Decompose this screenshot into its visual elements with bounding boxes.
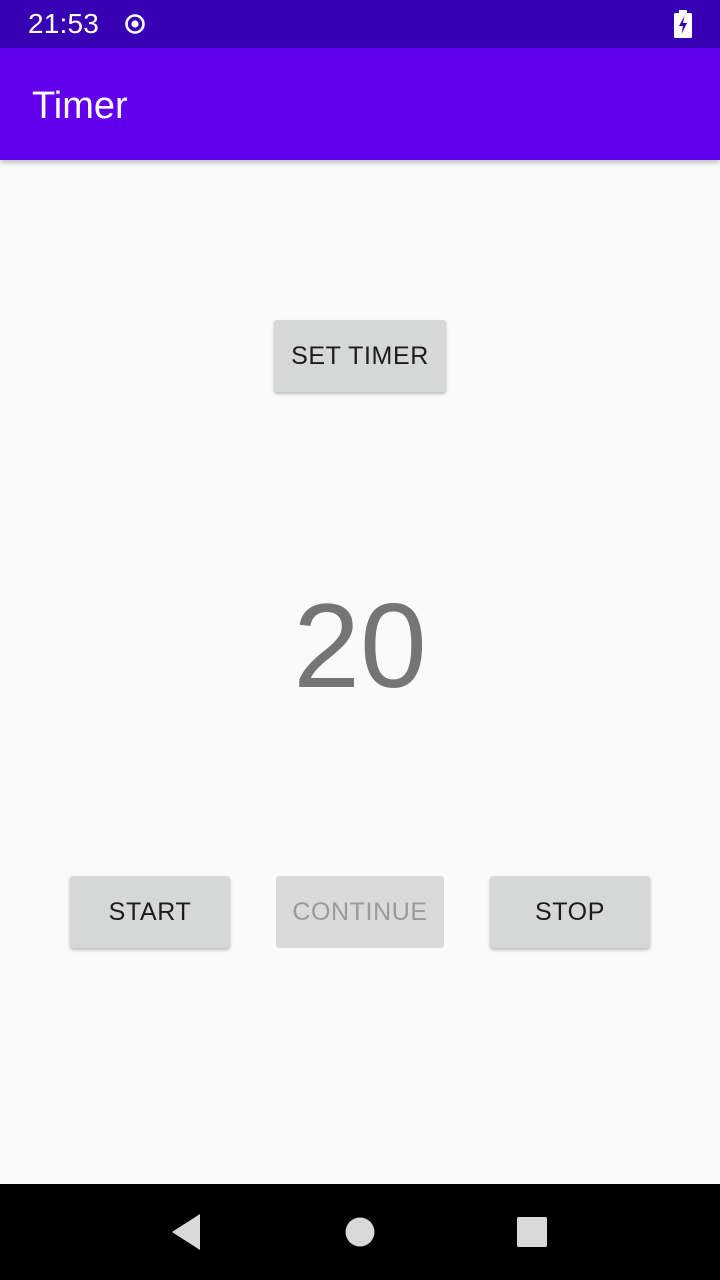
continue-button[interactable]: CONTINUE [276, 876, 444, 948]
status-bar: 21:53 [0, 0, 720, 48]
app-bar: Timer [0, 48, 720, 160]
set-timer-button[interactable]: SET TIMER [274, 320, 446, 392]
home-icon[interactable] [345, 1217, 375, 1247]
app-title: Timer [32, 85, 128, 127]
battery-charging-icon [674, 10, 692, 38]
recents-icon[interactable] [517, 1217, 547, 1247]
start-button[interactable]: START [70, 876, 230, 948]
timer-display: 20 [293, 579, 427, 713]
stop-button[interactable]: STOP [490, 876, 650, 948]
status-time: 21:53 [28, 8, 100, 39]
timer-screen: 21:53 Timer SET TIMER 20 START CONTINUE … [0, 0, 720, 1280]
back-icon[interactable] [168, 1212, 204, 1252]
record-icon [125, 14, 145, 34]
